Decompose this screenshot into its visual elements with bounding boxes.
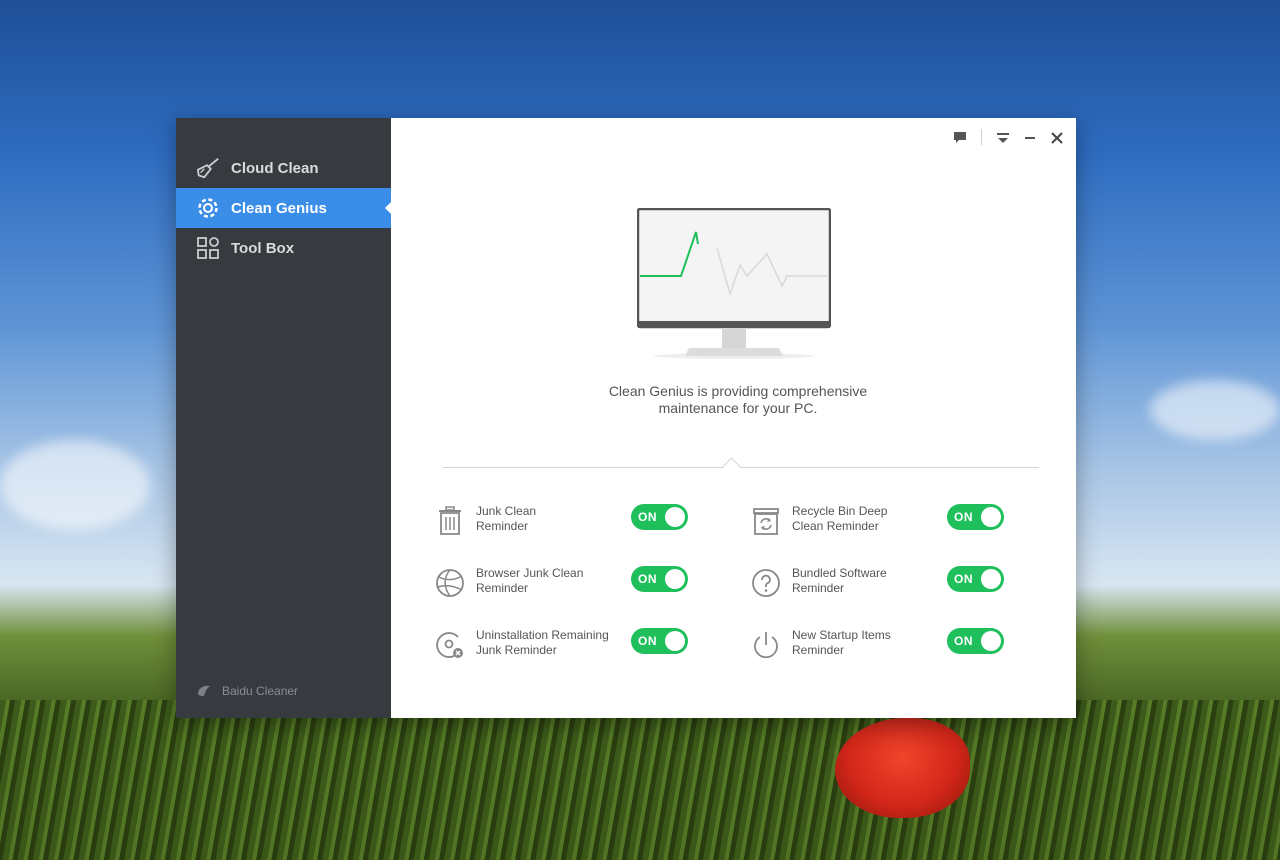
toggle-state: ON [638, 634, 657, 648]
app-window: Cloud Clean Clean Genius Tool Box Baidu … [176, 118, 1076, 718]
browser-junk-clean-reminder-toggle[interactable]: ON [631, 566, 688, 592]
setting-label: Junk Clean Reminder [476, 504, 616, 534]
sidebar-item-label: Clean Genius [231, 199, 327, 217]
setting-label-line: Reminder [792, 643, 845, 657]
toggle-state: ON [954, 634, 973, 648]
control-separator [981, 129, 982, 145]
description-line: Clean Genius is providing comprehensive [608, 383, 868, 399]
trash-icon [434, 505, 466, 537]
sidebar-item-label: Cloud Clean [231, 159, 319, 177]
close-icon[interactable] [1047, 128, 1067, 148]
setting-label-line: Recycle Bin Deep [792, 504, 888, 518]
toggle-state: ON [954, 510, 973, 524]
toggle-knob [981, 631, 1001, 651]
bundled-software-reminder-toggle[interactable]: ON [947, 566, 1004, 592]
setting-label-line: Uninstallation Remaining [476, 628, 609, 642]
uninstallation-remaining-junk-reminder-toggle[interactable]: ON [631, 628, 688, 654]
gear-icon [196, 196, 220, 220]
setting-label-line: Bundled Software [792, 566, 887, 580]
setting-label-line: Junk Reminder [476, 643, 557, 657]
setting-label: Bundled Software Reminder [792, 566, 932, 596]
status-description: Clean Genius is providing comprehensive … [583, 383, 893, 417]
toggle-state: ON [954, 572, 973, 586]
toggle-knob [665, 631, 685, 651]
toggle-state: ON [638, 510, 657, 524]
toolbox-grid-icon [196, 236, 220, 260]
new-startup-items-reminder-toggle[interactable]: ON [947, 628, 1004, 654]
brand-name: Baidu Cleaner [222, 684, 299, 698]
setting-label-line: Junk Clean [476, 504, 537, 518]
setting-label-line: Browser Junk Clean [476, 566, 584, 580]
broom-icon [196, 156, 220, 180]
recycle-bin-icon [750, 505, 782, 537]
setting-junk-clean-reminder: Junk Clean Reminder ON [434, 501, 734, 545]
section-divider [443, 467, 1039, 468]
recycle-bin-deep-clean-reminder-toggle[interactable]: ON [947, 504, 1004, 530]
setting-label: New Startup Items Reminder [792, 628, 932, 658]
divider-notch [722, 457, 741, 476]
setting-new-startup-items-reminder: New Startup Items Reminder ON [750, 625, 1050, 669]
toggle-knob [665, 569, 685, 589]
setting-label: Recycle Bin Deep Clean Reminder [792, 504, 932, 534]
browser-icon [434, 567, 466, 599]
minimize-icon[interactable] [1020, 128, 1040, 148]
setting-uninstallation-remaining-junk-reminder: Uninstallation Remaining Junk Reminder O… [434, 625, 734, 669]
setting-label-line: New Startup Items [792, 628, 891, 642]
wallpaper-poppy [835, 718, 970, 818]
power-icon [750, 629, 782, 661]
sidebar: Cloud Clean Clean Genius Tool Box Baidu … [176, 118, 392, 718]
setting-label: Browser Junk Clean Reminder [476, 566, 616, 596]
sidebar-item-cloud-clean[interactable]: Cloud Clean [176, 148, 391, 188]
monitor-illustration [636, 207, 832, 360]
feedback-icon[interactable] [950, 128, 970, 148]
sidebar-item-label: Tool Box [231, 239, 295, 257]
setting-browser-junk-clean-reminder: Browser Junk Clean Reminder ON [434, 563, 734, 607]
wallpaper-cloud [1150, 380, 1280, 440]
toggle-state: ON [638, 572, 657, 586]
main-panel: Clean Genius is providing comprehensive … [391, 118, 1076, 718]
wallpaper-cloud [0, 440, 150, 530]
wallpaper-grass [0, 700, 1280, 860]
toggle-knob [665, 507, 685, 527]
menu-icon[interactable] [993, 128, 1013, 148]
sidebar-item-clean-genius[interactable]: Clean Genius [176, 188, 392, 228]
setting-label-line: Reminder [476, 519, 529, 533]
setting-label-line: Clean Reminder [792, 519, 879, 533]
setting-label-line: Reminder [792, 581, 845, 595]
question-icon [750, 567, 782, 599]
description-line: maintenance for your PC. [658, 400, 818, 416]
setting-label: Uninstallation Remaining Junk Reminder [476, 628, 616, 658]
brand: Baidu Cleaner [196, 684, 298, 698]
setting-bundled-software-reminder: Bundled Software Reminder ON [750, 563, 1050, 607]
uninstall-disc-icon [434, 629, 466, 661]
sidebar-item-tool-box[interactable]: Tool Box [176, 228, 391, 268]
setting-label-line: Reminder [476, 581, 529, 595]
setting-recycle-bin-deep-clean-reminder: Recycle Bin Deep Clean Reminder ON [750, 501, 1050, 545]
toggle-knob [981, 507, 1001, 527]
junk-clean-reminder-toggle[interactable]: ON [631, 504, 688, 530]
toggle-knob [981, 569, 1001, 589]
baidu-cleaner-logo-icon [198, 685, 210, 696]
